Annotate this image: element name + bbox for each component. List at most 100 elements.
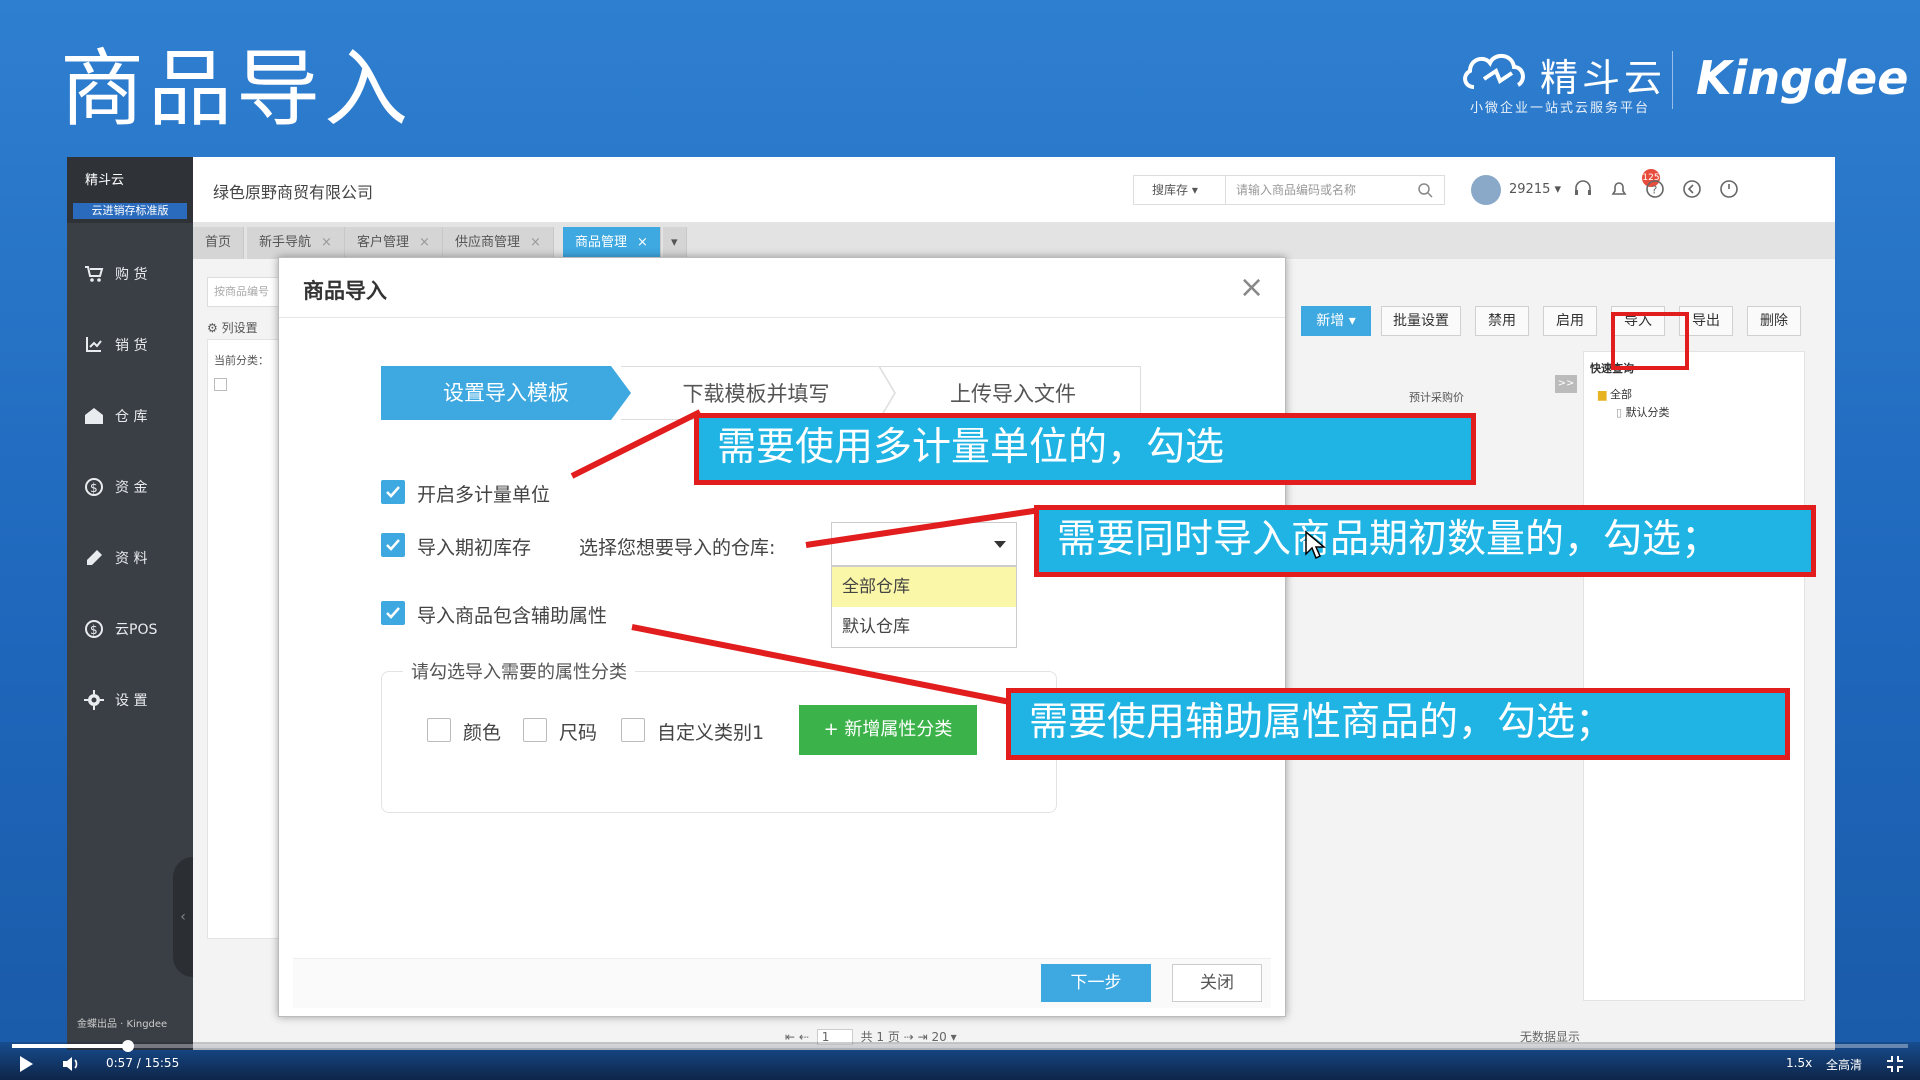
step-chevron-icon [878, 366, 896, 420]
close-icon[interactable]: × [637, 235, 648, 250]
close-icon[interactable]: × [1239, 270, 1264, 305]
warehouse-option-default[interactable]: 默认仓库 [832, 607, 1016, 647]
progress-handle[interactable] [121, 1040, 134, 1052]
close-icon[interactable]: × [321, 235, 332, 250]
import-stock-checkbox[interactable] [381, 533, 405, 557]
delete-button[interactable]: 删除 [1747, 306, 1801, 336]
add-attribute-category-button[interactable]: + 新增属性分类 [799, 705, 977, 755]
fullscreen-exit-icon[interactable] [1886, 1055, 1904, 1073]
tab-more-dropdown[interactable]: ▾ [663, 227, 687, 259]
tab-suppliers[interactable]: 供应商管理 × [443, 227, 554, 259]
bell-icon[interactable] [1609, 179, 1629, 199]
sidebar-item-funds[interactable]: $ 资 金 [67, 452, 193, 522]
multi-unit-label: 开启多计量单位 [417, 484, 551, 506]
user-menu[interactable]: 29215 ▾ [1509, 182, 1561, 197]
attr-custom-label: 自定义类别1 [657, 722, 765, 744]
sidebar-collapse-handle[interactable]: ‹ [173, 857, 193, 977]
add-button[interactable]: 新增 ▾ [1301, 306, 1371, 336]
progress-bar[interactable] [12, 1044, 1908, 1048]
search-scope-label: 搜库存 [1152, 183, 1189, 197]
next-step-button[interactable]: 下一步 [1041, 964, 1151, 1002]
headset-icon[interactable] [1573, 179, 1593, 199]
column-header-purchase-price: 预计采购价 [1409, 391, 1464, 404]
sidebar-item-settings[interactable]: 设 置 [67, 665, 193, 735]
attr-size-checkbox[interactable] [523, 718, 547, 742]
money-icon: $ [83, 476, 105, 498]
quality-select[interactable]: 全高清 [1826, 1056, 1862, 1073]
attr-custom-checkbox[interactable] [621, 718, 645, 742]
callout-multi-unit: 需要使用多计量单位的，勾选 [694, 413, 1476, 485]
import-modal: 商品导入 × 上传导入文件 下载模板并填写 设置导入模板 开启多计量单位 导入期… [278, 257, 1286, 1017]
tab-products[interactable]: 商品管理 × [563, 227, 661, 259]
callout-import-stock: 需要同时导入商品期初数量的，勾选； [1034, 505, 1816, 577]
check-icon [386, 539, 400, 551]
check-icon [386, 607, 400, 619]
enable-button[interactable]: 启用 [1543, 306, 1597, 336]
sidebar: 精斗云 云进销存标准版 购 货 销 货 仓 库 $ 资 金 资 料 $ 云POS [67, 157, 193, 1050]
sidebar-item-warehouse[interactable]: 仓 库 [67, 381, 193, 451]
column-settings-label: 列设置 [221, 321, 258, 335]
attr-color-checkbox[interactable] [427, 718, 451, 742]
sidebar-item-data[interactable]: 资 料 [67, 523, 193, 593]
step-indicator: 上传导入文件 下载模板并填写 设置导入模板 [381, 366, 1151, 420]
sales-icon [83, 334, 105, 356]
mouse-cursor-icon [1305, 530, 1326, 560]
multi-unit-checkbox[interactable] [381, 480, 405, 504]
aux-attr-label: 导入商品包含辅助属性 [417, 605, 608, 627]
attribute-section-title: 请勾选导入需要的属性分类 [403, 658, 635, 684]
tree-node-default[interactable]: ▯ 默认分类 [1616, 404, 1670, 420]
disable-button[interactable]: 禁用 [1475, 306, 1529, 336]
avatar[interactable] [1471, 175, 1501, 205]
svg-text:$: $ [90, 623, 98, 637]
sidebar-item-pos[interactable]: $ 云POS [67, 594, 193, 664]
tab-guide[interactable]: 新手导航 × [247, 227, 345, 259]
batch-settings-button[interactable]: 批量设置 [1381, 306, 1461, 336]
help-icon[interactable]: ? [1645, 179, 1665, 199]
warehouse-option-all[interactable]: 全部仓库 [832, 567, 1016, 607]
tree-node-all[interactable]: ▆ 全部 [1598, 386, 1632, 402]
edition-badge: 云进销存标准版 [73, 203, 187, 219]
sidebar-item-sales[interactable]: 销 货 [67, 310, 193, 380]
filter-input[interactable]: 按商品编号 [207, 277, 287, 307]
warehouse-dropdown: 全部仓库 默认仓库 [831, 566, 1017, 648]
tree-node-label: 全部 [1609, 388, 1632, 401]
search-input[interactable]: 请输入商品编码或名称 [1225, 175, 1445, 205]
app-logo: 精斗云 云进销存标准版 [67, 157, 193, 223]
expand-panel-button[interactable]: >> [1555, 375, 1577, 393]
modal-header: 商品导入 × [279, 258, 1285, 318]
modal-title: 商品导入 [303, 279, 387, 303]
sidebar-item-label: 云POS [115, 622, 158, 638]
search-icon[interactable] [1417, 182, 1433, 198]
sidebar-item-purchase[interactable]: 购 货 [67, 239, 193, 309]
step-upload-file: 上传导入文件 [886, 366, 1141, 420]
search-scope-select[interactable]: 搜库存 ▾ [1133, 175, 1225, 205]
tab-home[interactable]: 首页 [193, 227, 245, 259]
tab-customers[interactable]: 客户管理 × [345, 227, 443, 259]
select-all-checkbox[interactable] [214, 378, 227, 391]
warehouse-select[interactable] [831, 522, 1017, 566]
close-icon[interactable]: × [530, 235, 541, 250]
quick-query-panel: 快速查询 ▆ 全部 ▯ 默认分类 [1583, 351, 1805, 1001]
column-settings-link[interactable]: ⚙ 列设置 [207, 319, 258, 336]
close-button[interactable]: 关闭 [1172, 964, 1262, 1002]
tab-label: 客户管理 [357, 235, 410, 250]
power-icon[interactable] [1719, 179, 1739, 199]
vendor-logo: Kingdee [1696, 51, 1909, 105]
folder-icon: ▆ [1598, 388, 1607, 401]
tab-bar: 首页 新手导航 × 客户管理 × 供应商管理 × 商品管理 × ▾ [193, 223, 1835, 259]
close-icon[interactable]: × [419, 235, 430, 250]
chevron-down-icon [994, 541, 1006, 548]
tab-label: 商品管理 [575, 235, 628, 250]
aux-attr-checkbox[interactable] [381, 601, 405, 625]
import-highlight-box [1611, 312, 1689, 370]
cart-icon [83, 263, 105, 285]
step-download-template: 下载模板并填写 [621, 366, 891, 420]
volume-icon[interactable] [62, 1055, 82, 1073]
step-set-template: 设置导入模板 [381, 366, 631, 420]
playback-time: 0:57 / 15:55 [106, 1056, 180, 1070]
playback-speed[interactable]: 1.5x [1786, 1056, 1812, 1070]
play-icon[interactable] [18, 1055, 34, 1073]
gear-icon [83, 689, 105, 711]
back-icon[interactable] [1682, 179, 1702, 199]
svg-text:$: $ [90, 481, 98, 495]
